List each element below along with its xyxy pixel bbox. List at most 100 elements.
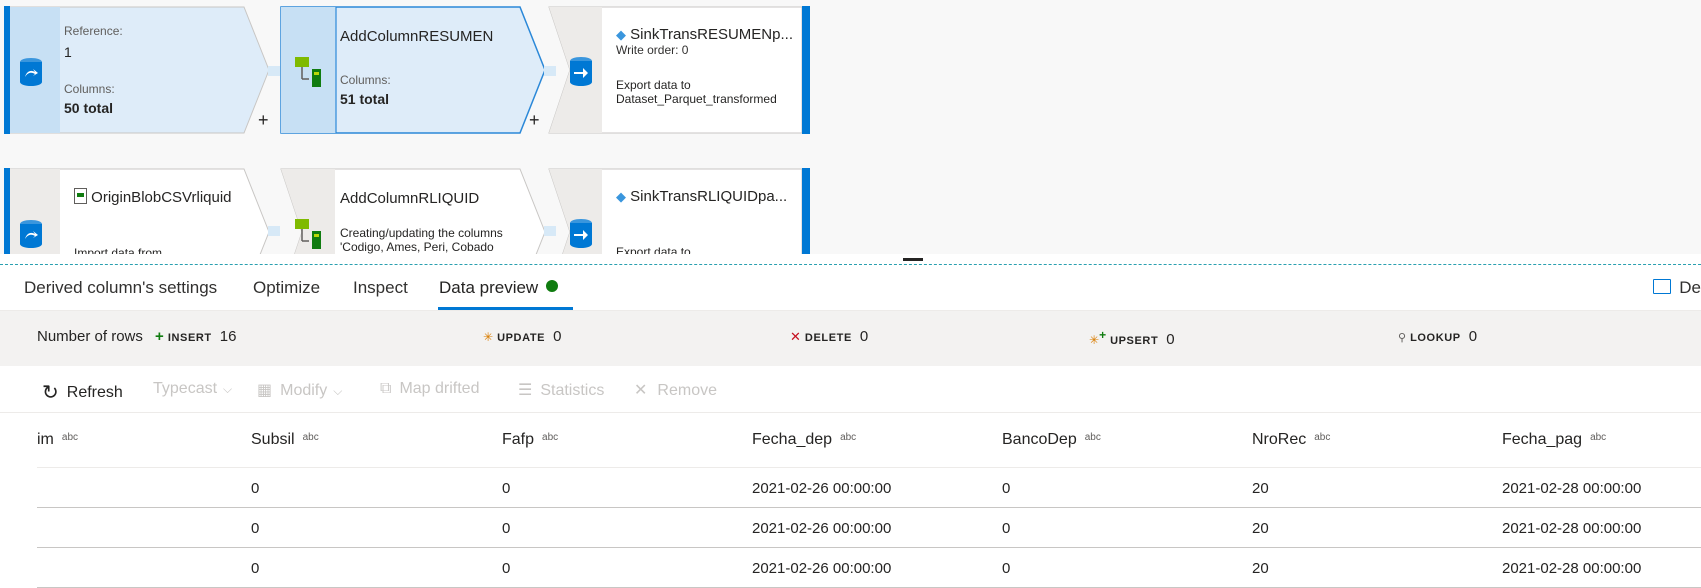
typecast-button[interactable]: Typecast ⌵ <box>153 380 232 398</box>
table-cell: 0 <box>1002 520 1011 537</box>
row-counts-bar: Number of rows + INSERT 16 ✳ UPDATE 0 ✕ DELET… <box>0 311 1701 366</box>
panel-resize-handle[interactable] <box>903 258 923 261</box>
table-cell: 0 <box>251 560 260 577</box>
table-cell: 2021-02-26 00:00:00 <box>752 480 892 497</box>
table-cell: 20 <box>1252 520 1269 537</box>
connector-line <box>268 66 280 76</box>
add-transform-plus-icon[interactable]: + <box>258 110 269 131</box>
statistics-button[interactable]: ☰ Statistics <box>518 380 604 400</box>
columns-label: Columns: <box>340 73 391 87</box>
derived-column-icon <box>292 54 322 87</box>
column-header[interactable]: Subsil abc <box>251 431 319 449</box>
reference-label: Reference: <box>64 24 123 38</box>
delete-icon: ✕ <box>790 329 801 344</box>
sink-dataset-icon <box>568 218 598 248</box>
preview-toolbar: ↻ Refresh Typecast ⌵ ▦ Modify ⌵ ⧉ Map drifted… <box>0 367 1701 413</box>
refresh-icon: ↻ <box>42 382 59 404</box>
upsert-label: UPSERT <box>1110 335 1159 347</box>
table-cell: 2021-02-26 00:00:00 <box>752 560 892 577</box>
parquet-diamond-icon: ◆ <box>616 27 626 42</box>
node-title: OriginBlobCSVrliquid <box>74 188 250 206</box>
table-cell: 0 <box>1002 560 1011 577</box>
modify-button[interactable]: ▦ Modify ⌵ <box>257 380 342 400</box>
chevron-down-icon: ⌵ <box>333 384 343 398</box>
table-cell: 0 <box>502 560 511 577</box>
lookup-count: 0 <box>1468 328 1478 345</box>
upsert-count: 0 <box>1166 331 1175 348</box>
lookup-icon: ⚲ <box>1398 332 1407 344</box>
column-header[interactable]: BancoDep abc <box>1002 431 1101 449</box>
type-tag: abc <box>61 432 79 443</box>
column-header[interactable]: Fafp abc <box>502 431 558 449</box>
comment-icon <box>1653 279 1672 294</box>
table-cell: 20 <box>1252 560 1269 577</box>
reference-value: 1 <box>64 44 72 60</box>
tab-optimize[interactable]: Optimize <box>253 278 320 298</box>
parquet-diamond-icon: ◆ <box>616 189 626 204</box>
statistics-icon: ☰ <box>518 382 533 399</box>
sink-dataset-icon <box>568 56 598 86</box>
delete-count: 0 <box>859 328 869 345</box>
update-label: UPDATE <box>497 332 546 344</box>
table-cell: 0 <box>1002 480 1011 497</box>
derive-description-line1: Creating/updating the columns <box>340 226 503 240</box>
type-tag: abc <box>1590 432 1607 443</box>
chevron-down-icon: ⌵ <box>223 382 233 396</box>
refresh-button[interactable]: ↻ Refresh <box>42 380 123 405</box>
source-node-row2[interactable]: OriginBlobCSVrliquid Import data from <box>4 168 270 254</box>
type-tag: abc <box>840 432 857 443</box>
derive-node-row1[interactable]: AddColumnRESUMEN Columns: 51 total <box>280 6 546 134</box>
upsert-count-item: ✳+ UPSERT 0 <box>1089 328 1175 348</box>
table-row[interactable]: 0 0 2021-02-26 00:00:00 0 20 2021-02-28 … <box>37 468 1701 508</box>
csv-file-icon <box>74 188 87 204</box>
derive-node-row2[interactable]: AddColumnRLIQUID Creating/updating the c… <box>280 168 546 254</box>
source-node-row1[interactable]: Reference: 1 Columns: 50 total <box>4 6 270 134</box>
add-transform-plus-icon[interactable]: + <box>529 110 540 131</box>
update-count-item: ✳ UPDATE 0 <box>483 328 561 345</box>
table-cell: 2021-02-26 00:00:00 <box>752 520 892 537</box>
data-preview-table: im abc Subsil abc Fafp abc Fecha_dep abc Ban… <box>37 413 1701 588</box>
dataflow-canvas[interactable]: Reference: 1 Columns: 50 total + AddColu… <box>0 0 1701 254</box>
map-drifted-button[interactable]: ⧉ Map drifted <box>380 380 479 398</box>
sink-description: Export data to <box>616 245 691 254</box>
table-cell: 2021-02-28 00:00:00 <box>1502 480 1642 497</box>
modify-icon: ▦ <box>257 382 273 399</box>
derive-description-line2: 'Codigo, Ames, Peri, Cobado <box>340 240 494 254</box>
tab-data-preview[interactable]: Data preview <box>439 278 559 298</box>
insert-label: INSERT <box>167 332 212 344</box>
connector-line <box>268 226 280 236</box>
upsert-icon: ✳+ <box>1089 328 1107 347</box>
description-button[interactable]: De <box>1653 278 1701 298</box>
remove-button[interactable]: ✕ Remove <box>634 380 717 400</box>
columns-value: 50 total <box>64 100 114 116</box>
sink-node-row2[interactable]: ◆ SinkTransRLIQUIDpa... Export data to <box>548 168 810 254</box>
column-header[interactable]: NroRec abc <box>1252 431 1330 449</box>
table-row[interactable]: 0 0 2021-02-26 00:00:00 0 20 2021-02-28 … <box>37 548 1701 588</box>
remove-icon: ✕ <box>634 382 648 399</box>
sink-description-line2: Dataset_Parquet_transformed <box>616 92 777 106</box>
table-cell: 2021-02-28 00:00:00 <box>1502 560 1642 577</box>
column-header[interactable]: im abc <box>37 431 78 449</box>
panel-splitter[interactable] <box>0 264 1701 265</box>
tab-derived-column-settings[interactable]: Derived column's settings <box>24 278 217 298</box>
node-title: AddColumnRESUMEN <box>340 28 494 45</box>
column-header[interactable]: Fecha_pag abc <box>1502 431 1606 449</box>
sink-node-row1[interactable]: ◆ SinkTransRESUMENp... Write order: 0 Ex… <box>548 6 810 134</box>
columns-label: Columns: <box>64 82 115 96</box>
table-row[interactable]: 0 0 2021-02-26 00:00:00 0 20 2021-02-28 … <box>37 508 1701 548</box>
table-cell: 2021-02-28 00:00:00 <box>1502 520 1642 537</box>
lookup-label: LOOKUP <box>1410 332 1461 344</box>
node-title: ◆ SinkTransRESUMENp... <box>616 26 793 43</box>
source-dataset-icon <box>16 218 46 248</box>
settings-tabs: Derived column's settings Optimize Inspe… <box>0 266 1701 311</box>
type-tag: abc <box>302 432 319 443</box>
update-count: 0 <box>553 328 562 345</box>
table-cell: 0 <box>502 520 511 537</box>
status-dot-icon <box>546 280 559 292</box>
columns-value: 51 total <box>340 91 390 107</box>
tab-inspect[interactable]: Inspect <box>353 278 408 298</box>
column-header[interactable]: Fecha_dep abc <box>752 431 856 449</box>
number-of-rows-label: Number of rows <box>37 328 143 345</box>
write-order: Write order: 0 <box>616 43 689 57</box>
table-cell: 20 <box>1252 480 1269 497</box>
